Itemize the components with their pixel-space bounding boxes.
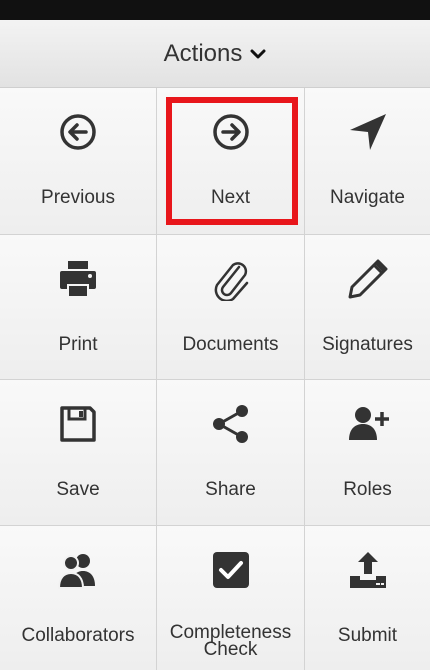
- actions-dropdown-header[interactable]: Actions: [0, 20, 430, 88]
- navigate-arrow-icon: [342, 106, 394, 158]
- previous-label: Previous: [41, 187, 115, 208]
- signatures-button[interactable]: Signatures: [305, 235, 430, 380]
- pencil-icon: [342, 253, 394, 305]
- chevron-down-icon: [250, 49, 266, 58]
- completeness-check-label: Completeness Check: [169, 622, 292, 660]
- documents-label: Documents: [182, 334, 279, 355]
- navigate-button[interactable]: Navigate: [305, 88, 430, 235]
- share-icon: [205, 398, 257, 450]
- roles-label: Roles: [343, 479, 392, 500]
- next-label: Next: [210, 187, 251, 208]
- print-label: Print: [58, 334, 98, 355]
- floppy-disk-icon: [52, 398, 104, 450]
- submit-label: Submit: [337, 625, 398, 646]
- upload-tray-icon: [342, 544, 394, 596]
- arrow-left-circle-icon: [52, 106, 104, 158]
- paperclip-icon: [205, 253, 257, 305]
- actions-title: Actions: [163, 39, 243, 67]
- next-button[interactable]: Next: [157, 88, 305, 235]
- save-label: Save: [56, 479, 100, 500]
- top-bar: [0, 0, 430, 20]
- actions-panel: Actions Previous Next Navigate Print Doc…: [0, 20, 430, 670]
- share-button[interactable]: Share: [157, 380, 305, 526]
- completeness-check-button[interactable]: Completeness Check: [157, 526, 305, 670]
- arrow-right-circle-icon: [205, 106, 257, 158]
- previous-button[interactable]: Previous: [0, 88, 157, 235]
- save-button[interactable]: Save: [0, 380, 157, 526]
- user-plus-icon: [342, 398, 394, 450]
- printer-icon: [52, 253, 104, 305]
- users-icon: [52, 544, 104, 596]
- documents-button[interactable]: Documents: [157, 235, 305, 380]
- navigate-label: Navigate: [330, 187, 405, 208]
- signatures-label: Signatures: [322, 334, 413, 355]
- checkbox-checked-icon: [205, 544, 257, 596]
- roles-button[interactable]: Roles: [305, 380, 430, 526]
- print-button[interactable]: Print: [0, 235, 157, 380]
- actions-grid: Previous Next Navigate Print Documents S…: [0, 88, 430, 670]
- collaborators-button[interactable]: Collaborators: [0, 526, 157, 670]
- submit-button[interactable]: Submit: [305, 526, 430, 670]
- collaborators-label: Collaborators: [21, 625, 135, 646]
- share-label: Share: [205, 479, 256, 500]
